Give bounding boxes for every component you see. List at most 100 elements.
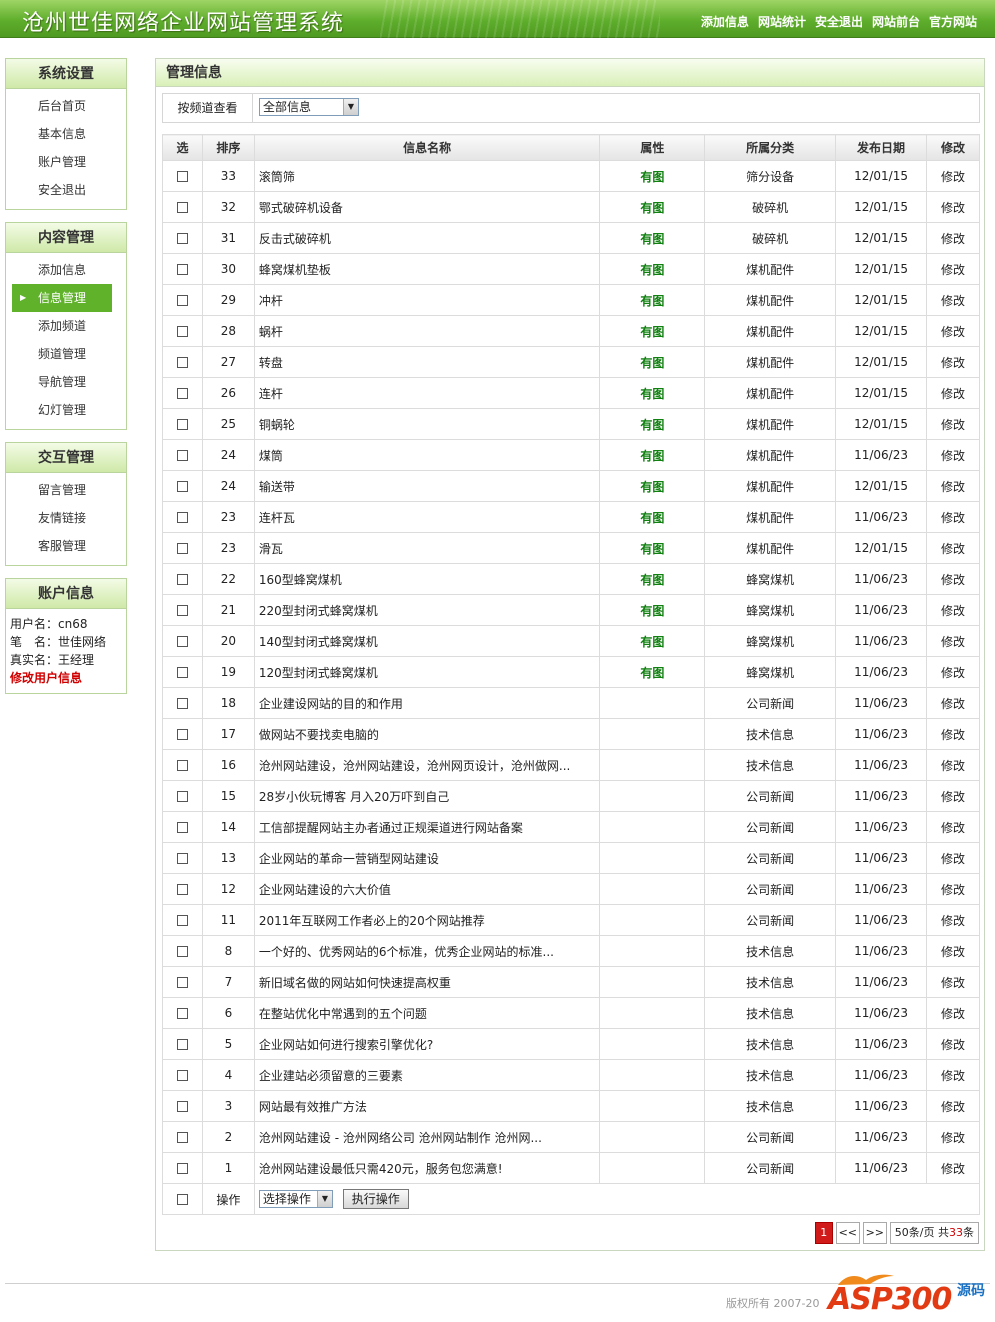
row-edit-link[interactable]: 修改: [941, 728, 965, 742]
row-edit-link[interactable]: 修改: [941, 387, 965, 401]
row-edit-link[interactable]: 修改: [941, 821, 965, 835]
row-edit-link[interactable]: 修改: [941, 1131, 965, 1145]
row-checkbox[interactable]: [176, 171, 188, 182]
row-checkbox[interactable]: [176, 605, 188, 616]
row-checkbox[interactable]: [176, 853, 188, 864]
row-checkbox[interactable]: [176, 1132, 188, 1143]
nav-add-info[interactable]: 添加信息: [701, 13, 749, 30]
info-table: 选 排序 信息名称 属性 所属分类 发布日期 修改 33 滚筒筛 有图 筛分设备 12/…: [162, 134, 981, 1215]
row-checkbox[interactable]: [176, 977, 188, 988]
row-edit-link[interactable]: 修改: [941, 1162, 965, 1176]
sidebar-section-content: 内容管理 添加信息 ▶ 信息管理 添加频道 频道管理 导航管理 幻灯管理: [5, 222, 127, 430]
row-order: 13: [201, 842, 255, 874]
sidebar-item-messages[interactable]: 留言管理: [6, 476, 126, 504]
row-checkbox[interactable]: [176, 822, 188, 833]
row-checkbox[interactable]: [176, 233, 188, 244]
row-category: 技术信息: [704, 1090, 837, 1122]
sidebar-item-add-info[interactable]: 添加信息: [6, 256, 126, 284]
row-checkbox[interactable]: [176, 264, 188, 275]
sidebar-item-support[interactable]: 客服管理: [6, 532, 126, 560]
bulk-action-select[interactable]: 选择操作 ▼: [258, 1190, 333, 1208]
row-edit-link[interactable]: 修改: [941, 542, 965, 556]
page-prev-button[interactable]: <<: [835, 1222, 860, 1244]
edit-user-info-link[interactable]: 修改用户信息: [10, 669, 122, 687]
row-edit-link[interactable]: 修改: [941, 201, 965, 215]
row-checkbox[interactable]: [176, 388, 188, 399]
row-edit-link[interactable]: 修改: [941, 573, 965, 587]
row-checkbox[interactable]: [176, 1163, 188, 1174]
row-checkbox[interactable]: [176, 295, 188, 306]
row-edit-link[interactable]: 修改: [941, 294, 965, 308]
row-edit-link[interactable]: 修改: [941, 356, 965, 370]
nav-logout[interactable]: 安全退出: [815, 13, 863, 30]
row-edit-link[interactable]: 修改: [941, 666, 965, 680]
row-category: 筛分设备: [704, 160, 837, 192]
row-edit-link[interactable]: 修改: [941, 480, 965, 494]
row-edit-link[interactable]: 修改: [941, 511, 965, 525]
row-edit-link[interactable]: 修改: [941, 976, 965, 990]
sidebar-item-nav-manage[interactable]: 导航管理: [6, 368, 126, 396]
row-edit-link[interactable]: 修改: [941, 914, 965, 928]
row-checkbox[interactable]: [176, 574, 188, 585]
channel-select[interactable]: 全部信息 ▼: [259, 98, 359, 116]
sidebar-item-add-channel[interactable]: 添加频道: [6, 312, 126, 340]
row-checkbox[interactable]: [176, 915, 188, 926]
row-checkbox[interactable]: [176, 512, 188, 523]
row-checkbox[interactable]: [176, 729, 188, 740]
nav-site-stats[interactable]: 网站统计: [758, 13, 806, 30]
sidebar-item-basic-info[interactable]: 基本信息: [6, 120, 126, 148]
sidebar-item-info-manage[interactable]: ▶ 信息管理: [12, 284, 112, 312]
row-checkbox[interactable]: [176, 884, 188, 895]
row-order: 1: [201, 1152, 255, 1184]
row-checkbox[interactable]: [176, 760, 188, 771]
row-checkbox[interactable]: [176, 1008, 188, 1019]
sidebar-item-dashboard[interactable]: 后台首页: [6, 92, 126, 120]
row-edit-link[interactable]: 修改: [941, 263, 965, 277]
row-edit-link[interactable]: 修改: [941, 1100, 965, 1114]
row-edit-link[interactable]: 修改: [941, 1007, 965, 1021]
row-edit-link[interactable]: 修改: [941, 697, 965, 711]
row-checkbox[interactable]: [176, 202, 188, 213]
nav-official-site[interactable]: 官方网站: [929, 13, 977, 30]
row-checkbox[interactable]: [176, 481, 188, 492]
row-edit-link[interactable]: 修改: [941, 790, 965, 804]
sidebar-item-account[interactable]: 账户管理: [6, 148, 126, 176]
row-edit-link[interactable]: 修改: [941, 418, 965, 432]
row-edit-link[interactable]: 修改: [941, 635, 965, 649]
row-checkbox[interactable]: [176, 1101, 188, 1112]
row-edit-link[interactable]: 修改: [941, 759, 965, 773]
row-edit-link[interactable]: 修改: [941, 325, 965, 339]
row-checkbox[interactable]: [176, 636, 188, 647]
page-next-button[interactable]: >>: [862, 1222, 887, 1244]
row-checkbox[interactable]: [176, 667, 188, 678]
row-edit-link[interactable]: 修改: [941, 1069, 965, 1083]
row-checkbox[interactable]: [176, 326, 188, 337]
row-edit-link[interactable]: 修改: [941, 449, 965, 463]
row-edit-link[interactable]: 修改: [941, 232, 965, 246]
row-checkbox[interactable]: [176, 450, 188, 461]
row-checkbox[interactable]: [176, 1039, 188, 1050]
col-header-attr: 属性: [599, 134, 706, 161]
row-checkbox[interactable]: [176, 543, 188, 554]
row-checkbox[interactable]: [176, 946, 188, 957]
row-edit-link[interactable]: 修改: [941, 945, 965, 959]
row-edit-link[interactable]: 修改: [941, 170, 965, 184]
sidebar-item-slide-manage[interactable]: 幻灯管理: [6, 396, 126, 424]
sidebar-item-channel-manage[interactable]: 频道管理: [6, 340, 126, 368]
sidebar-item-logout[interactable]: 安全退出: [6, 176, 126, 204]
row-checkbox[interactable]: [176, 698, 188, 709]
row-checkbox[interactable]: [176, 791, 188, 802]
row-edit-link[interactable]: 修改: [941, 852, 965, 866]
nav-site-front[interactable]: 网站前台: [872, 13, 920, 30]
row-checkbox[interactable]: [176, 419, 188, 430]
select-all-checkbox[interactable]: [176, 1194, 188, 1205]
row-edit-link[interactable]: 修改: [941, 604, 965, 618]
row-edit-link[interactable]: 修改: [941, 1038, 965, 1052]
table-row: 28 蜗杆 有图 煤机配件 12/01/15 修改: [162, 315, 980, 347]
row-checkbox[interactable]: [176, 357, 188, 368]
execute-action-button[interactable]: 执行操作: [342, 1189, 409, 1209]
row-checkbox[interactable]: [176, 1070, 188, 1081]
row-edit-link[interactable]: 修改: [941, 883, 965, 897]
sidebar-item-links[interactable]: 友情链接: [6, 504, 126, 532]
page-current[interactable]: 1: [814, 1222, 833, 1244]
